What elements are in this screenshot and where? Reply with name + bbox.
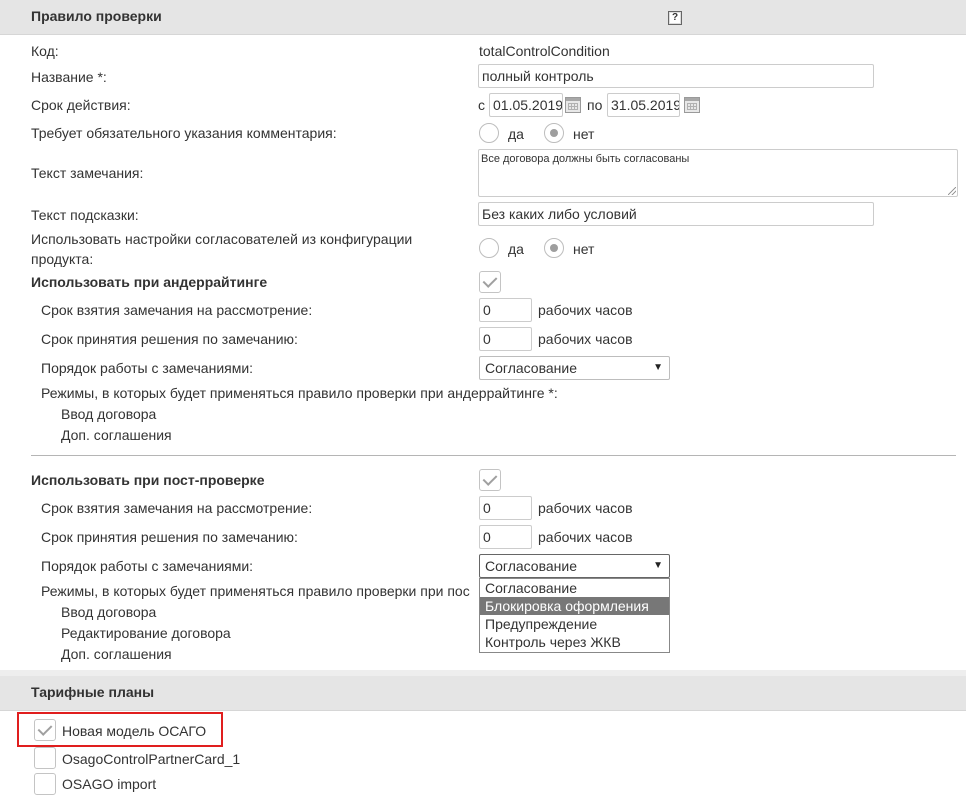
post-check-take-time-label: Срок взятия замечания на рассмотрение: bbox=[41, 500, 313, 516]
tariff-section-header: Тарифные планы bbox=[0, 676, 966, 711]
post-check-take-time-unit: рабочих часов bbox=[538, 500, 633, 516]
name-label: Название *: bbox=[31, 69, 107, 85]
use-approvers-no-radio[interactable] bbox=[544, 238, 564, 258]
post-check-title: Использовать при пост-проверке bbox=[31, 472, 265, 488]
validity-to-input[interactable]: 31.05.2019 bbox=[607, 93, 680, 117]
use-approvers-yes-radio[interactable] bbox=[479, 238, 499, 258]
section-divider bbox=[31, 455, 956, 456]
post-check-mode-item: Доп. соглашения bbox=[61, 646, 172, 662]
tariff-plan-checkbox[interactable] bbox=[34, 773, 56, 795]
underwriting-mode-item: Ввод договора bbox=[61, 406, 157, 422]
tariff-plan-checkbox[interactable] bbox=[34, 719, 56, 741]
use-approvers-label-cont: продукта: bbox=[31, 251, 94, 267]
requires-comment-yes-label: да bbox=[508, 126, 524, 142]
underwriting-order-label: Порядок работы с замечаниями: bbox=[41, 360, 254, 376]
remark-text-label: Текст замечания: bbox=[31, 165, 144, 181]
post-check-decision-time-label: Срок принятия решения по замечанию: bbox=[41, 529, 298, 545]
tariff-plan-checkbox[interactable] bbox=[34, 747, 56, 769]
post-check-decision-time-input[interactable]: 0 bbox=[479, 525, 532, 549]
help-icon[interactable]: ? bbox=[668, 11, 682, 25]
tariff-section-title: Тарифные планы bbox=[31, 684, 155, 700]
post-check-mode-item: Ввод договора bbox=[61, 604, 157, 620]
name-input[interactable]: полный контроль bbox=[478, 64, 874, 88]
code-value: totalControlCondition bbox=[479, 43, 610, 59]
requires-comment-label: Требует обязательного указания комментар… bbox=[31, 125, 337, 141]
post-check-decision-time-unit: рабочих часов bbox=[538, 529, 633, 545]
post-check-order-value: Согласование bbox=[485, 558, 577, 574]
underwriting-take-time-label: Срок взятия замечания на рассмотрение: bbox=[41, 302, 313, 318]
chevron-down-icon: ▼ bbox=[653, 362, 663, 373]
calendar-icon[interactable] bbox=[684, 97, 700, 113]
hint-text-label: Текст подсказки: bbox=[31, 207, 139, 223]
validity-to-prefix: по bbox=[587, 97, 603, 113]
validity-from-input[interactable]: 01.05.2019 bbox=[489, 93, 563, 117]
requires-comment-yes-radio[interactable] bbox=[479, 123, 499, 143]
underwriting-title: Использовать при андеррайтинге bbox=[31, 274, 268, 290]
underwriting-decision-time-label: Срок принятия решения по замечанию: bbox=[41, 331, 298, 347]
underwriting-decision-time-input[interactable]: 0 bbox=[479, 327, 532, 351]
underwriting-take-time-unit: рабочих часов bbox=[538, 302, 633, 318]
post-check-order-select[interactable]: Согласование ▼ bbox=[479, 554, 670, 578]
underwriting-order-select[interactable]: Согласование ▼ bbox=[479, 356, 670, 380]
underwriting-decision-time-unit: рабочих часов bbox=[538, 331, 633, 347]
tariff-plan-label: Новая модель ОСАГО bbox=[62, 723, 207, 739]
hint-text-input[interactable]: Без каких либо условий bbox=[478, 202, 874, 226]
use-approvers-no-label: нет bbox=[573, 241, 595, 257]
validity-from-prefix: с bbox=[478, 97, 485, 113]
remark-text-textarea[interactable]: Все договора должны быть согласованы bbox=[478, 149, 958, 197]
rule-section-header: Правило проверки ? bbox=[0, 0, 966, 35]
remark-text-value: Все договора должны быть согласованы bbox=[481, 153, 690, 165]
underwriting-checkbox[interactable] bbox=[479, 271, 501, 293]
dropdown-option[interactable]: Предупреждение bbox=[480, 615, 669, 633]
code-label: Код: bbox=[31, 43, 59, 59]
dropdown-option-highlighted[interactable]: Блокировка оформления bbox=[480, 597, 669, 615]
post-check-mode-item: Редактирование договора bbox=[61, 625, 231, 641]
use-approvers-yes-label: да bbox=[508, 241, 524, 257]
post-check-modes-label: Режимы, в которых будет применяться прав… bbox=[41, 583, 470, 599]
resize-grip-icon[interactable] bbox=[948, 187, 956, 195]
underwriting-take-time-input[interactable]: 0 bbox=[479, 298, 532, 322]
post-check-take-time-input[interactable]: 0 bbox=[479, 496, 532, 520]
post-check-order-label: Порядок работы с замечаниями: bbox=[41, 558, 254, 574]
rule-section-title: Правило проверки bbox=[31, 8, 162, 24]
underwriting-modes-label: Режимы, в которых будет применяться прав… bbox=[41, 385, 558, 401]
dropdown-option[interactable]: Согласование bbox=[480, 579, 669, 597]
underwriting-order-value: Согласование bbox=[485, 360, 577, 376]
requires-comment-no-radio[interactable] bbox=[544, 123, 564, 143]
use-approvers-label: Использовать настройки согласователей из… bbox=[31, 231, 413, 247]
tariff-plan-label: OSAGO import bbox=[62, 776, 157, 792]
tariff-plan-label: OsagoControlPartnerCard_1 bbox=[62, 751, 241, 767]
chevron-down-icon: ▼ bbox=[653, 560, 663, 571]
post-check-order-dropdown: Согласование Блокировка оформления Преду… bbox=[479, 578, 670, 653]
requires-comment-no-label: нет bbox=[573, 126, 595, 142]
dropdown-option[interactable]: Контроль через ЖКВ bbox=[480, 633, 669, 651]
calendar-icon[interactable] bbox=[565, 97, 581, 113]
underwriting-mode-item: Доп. соглашения bbox=[61, 427, 172, 443]
post-check-checkbox[interactable] bbox=[479, 469, 501, 491]
validity-label: Срок действия: bbox=[31, 97, 131, 113]
